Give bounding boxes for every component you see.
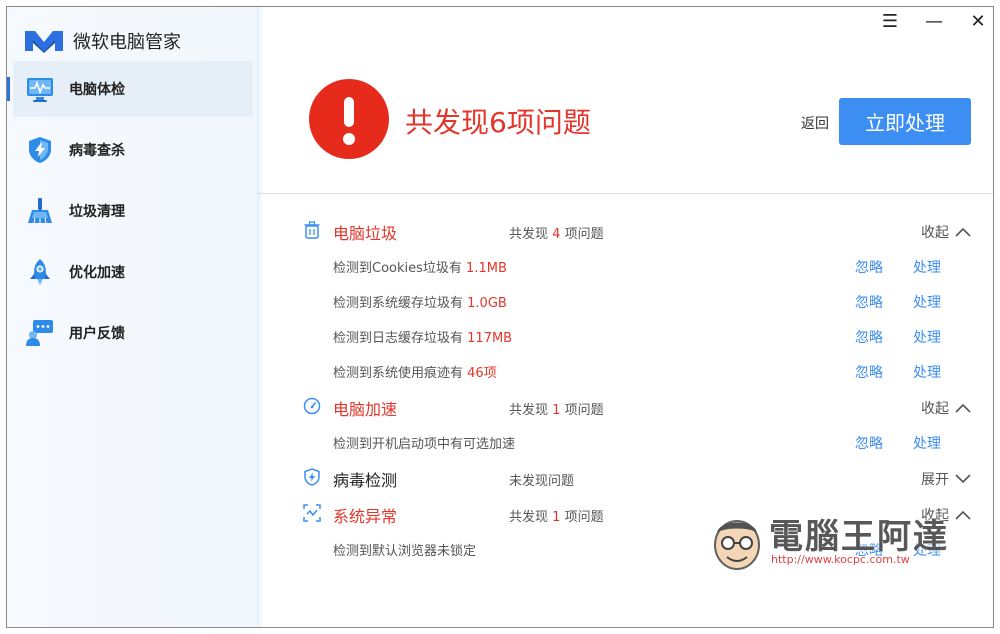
chevron-up-icon (955, 403, 971, 413)
group-header-speedup: 电脑加速 共发现 1 项问题 收起 (257, 389, 993, 425)
handle-button[interactable]: 处理 (913, 292, 941, 312)
sidebar-item-virus-scan[interactable]: 病毒查杀 (7, 122, 257, 178)
group-title: 电脑垃圾 (333, 224, 398, 243)
app-title: 微软电脑管家 (73, 32, 181, 53)
back-link[interactable]: 返回 (801, 113, 829, 133)
sidebar-nav: 电脑体检 病毒查杀 垃圾清理 优化加速 用户反馈 (7, 61, 257, 366)
close-button[interactable]: ✕ (967, 11, 989, 32)
group-title: 电脑加速 (333, 400, 398, 419)
handle-button[interactable]: 处理 (913, 362, 941, 382)
sidebar-item-feedback[interactable]: 用户反馈 (7, 305, 257, 361)
scan-frame-icon (303, 504, 321, 522)
issue-text: 检测到日志缓存垃圾有 117MB (333, 331, 513, 346)
issue-text: 检测到系统使用痕迹有 46项 (333, 366, 497, 381)
app-window: 微软电脑管家 电脑体检 病毒查杀 垃圾清理 优化加速 用户反馈 ☰ — ✕ 共发… (6, 6, 994, 628)
watermark-text: 電腦王阿達 (769, 517, 949, 557)
ignore-button[interactable]: 忽略 (855, 433, 883, 453)
chevron-down-icon (955, 474, 971, 484)
issue-row: 检测到Cookies垃圾有 1.1MB 忽略 处理 (257, 249, 993, 284)
sidebar-item-label: 用户反馈 (69, 326, 125, 342)
brand: 微软电脑管家 (25, 21, 181, 61)
watermark-url: http://www.kocpc.com.tw (771, 553, 910, 566)
issue-row: 检测到系统使用痕迹有 46项 忽略 处理 (257, 354, 993, 389)
issue-text: 检测到系统缓存垃圾有 1.0GB (333, 296, 507, 311)
group-header-junk: 电脑垃圾 共发现 4 项问题 收起 (257, 213, 993, 249)
watermark: 電腦王阿達 http://www.kocpc.com.tw (709, 505, 969, 577)
expand-toggle[interactable]: 展开 (921, 469, 971, 489)
result-header: 共发现6项问题 返回 立即处理 (257, 37, 993, 194)
shield-bolt-icon (304, 468, 320, 486)
ignore-button[interactable]: 忽略 (855, 327, 883, 347)
group-count: 共发现 1 项问题 (509, 403, 604, 418)
issue-row: 检测到日志缓存垃圾有 117MB 忽略 处理 (257, 319, 993, 354)
trash-icon (304, 221, 320, 239)
sidebar-item-label: 电脑体检 (69, 82, 125, 98)
ignore-button[interactable]: 忽略 (855, 292, 883, 312)
fix-now-button[interactable]: 立即处理 (839, 98, 971, 145)
cartoon-face-icon (714, 520, 760, 570)
sidebar-item-label: 垃圾清理 (69, 204, 125, 220)
exclamation-icon (309, 79, 389, 159)
rocket-icon (30, 259, 50, 285)
broom-icon (28, 198, 52, 224)
window-controls: ☰ — ✕ (879, 11, 993, 32)
sidebar-item-optimize[interactable]: 优化加速 (7, 244, 257, 300)
collapse-toggle[interactable]: 收起 (921, 222, 971, 242)
m-logo-icon (25, 31, 63, 53)
collapse-toggle[interactable]: 收起 (921, 398, 971, 418)
group-title: 系统异常 (333, 507, 398, 526)
group-count: 共发现 4 项问题 (509, 227, 604, 242)
sidebar-item-junk-clean[interactable]: 垃圾清理 (7, 183, 257, 239)
shield-bolt-icon (29, 137, 51, 163)
issue-text: 检测到Cookies垃圾有 1.1MB (333, 261, 507, 276)
group-status: 未发现问题 (509, 474, 575, 489)
group-header-virus: 病毒检测 未发现问题 展开 (257, 460, 993, 496)
monitor-pulse-icon (27, 78, 53, 102)
ignore-button[interactable]: 忽略 (855, 257, 883, 277)
issue-text: 检测到开机启动项中有可选加速 (333, 437, 516, 452)
menu-button[interactable]: ☰ (879, 11, 901, 32)
sidebar-item-pc-checkup[interactable]: 电脑体检 (7, 61, 253, 117)
handle-button[interactable]: 处理 (913, 433, 941, 453)
minimize-button[interactable]: — (923, 11, 945, 32)
ignore-button[interactable]: 忽略 (855, 362, 883, 382)
handle-button[interactable]: 处理 (913, 327, 941, 347)
group-title: 病毒检测 (333, 471, 398, 490)
group-count: 共发现 1 项问题 (509, 510, 604, 525)
sidebar: 微软电脑管家 电脑体检 病毒查杀 垃圾清理 优化加速 用户反馈 (7, 7, 263, 627)
chevron-up-icon (955, 227, 971, 237)
sidebar-item-label: 病毒查杀 (69, 143, 125, 159)
issue-row: 检测到系统缓存垃圾有 1.0GB 忽略 处理 (257, 284, 993, 319)
issue-row: 检测到开机启动项中有可选加速 忽略 处理 (257, 425, 993, 460)
issue-text: 检测到默认浏览器未锁定 (333, 544, 477, 559)
result-headline: 共发现6项问题 (405, 106, 591, 139)
chat-user-icon (26, 320, 53, 346)
sidebar-item-label: 优化加速 (69, 265, 125, 281)
handle-button[interactable]: 处理 (913, 257, 941, 277)
speedometer-icon (303, 397, 321, 415)
